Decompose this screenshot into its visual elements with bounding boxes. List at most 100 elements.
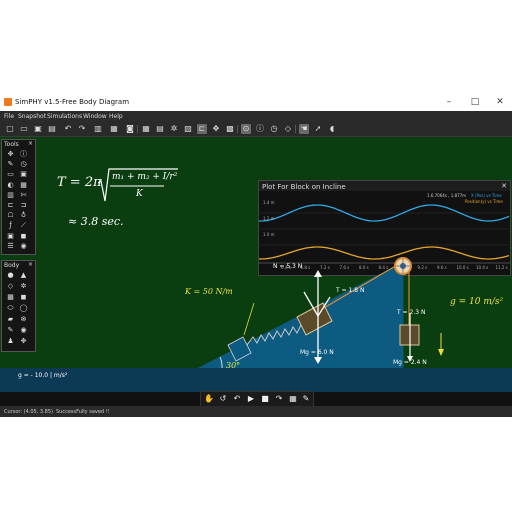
body-shape-icon[interactable]: ◇ bbox=[6, 282, 15, 291]
menu-help[interactable]: Help bbox=[109, 113, 123, 120]
tool-button-icon[interactable]: ▭ bbox=[6, 170, 15, 179]
body-shape-icon[interactable]: ⬭ bbox=[6, 304, 15, 313]
play-icon[interactable]: ▶ bbox=[246, 394, 256, 404]
status-bar: Cursor: (4.05, 3.85) SuccessFully saved … bbox=[0, 406, 512, 417]
weight-label-2: Mg = 2.4 N bbox=[393, 359, 427, 366]
open-folder-icon[interactable]: ▭ bbox=[19, 124, 29, 134]
body-shape-icon[interactable]: ✎ bbox=[6, 326, 15, 335]
hand-icon[interactable]: ☚ bbox=[299, 124, 309, 134]
cursor-readout: Cursor: (4.05, 3.85) bbox=[4, 409, 53, 415]
camera-icon[interactable]: ◙ bbox=[125, 124, 135, 134]
mouse-icon[interactable]: ◖ bbox=[327, 124, 337, 134]
maximize-icon[interactable]: □ bbox=[464, 96, 486, 109]
toolbar: ▢ ▭ ▣ ▤ ↶ ↷ ▥ ▦ ◙ ▦ ▤ ✲ ▨ ⊏ ✥ ▩ ⊙ ⓘ ◷ ◇ … bbox=[0, 122, 512, 137]
tool-button-icon[interactable]: ♁ bbox=[19, 211, 28, 220]
clock-icon[interactable]: ◷ bbox=[269, 124, 279, 134]
new-file-icon[interactable]: ▢ bbox=[5, 124, 15, 134]
chart-icon[interactable]: ▨ bbox=[183, 124, 193, 134]
body-shape-icon[interactable]: ▰ bbox=[6, 315, 15, 324]
toolbar-divider bbox=[137, 125, 138, 133]
weight-label-1: Mg = 6.0 N bbox=[300, 349, 334, 356]
menu-file[interactable]: File bbox=[4, 113, 14, 120]
body-shape-icon[interactable]: ⊗ bbox=[19, 315, 28, 324]
body-panel-title: Body bbox=[4, 262, 20, 269]
info-icon[interactable]: ⓘ bbox=[255, 124, 265, 134]
grid-icon[interactable]: ▦ bbox=[288, 394, 298, 404]
move-icon[interactable]: ✥ bbox=[211, 124, 221, 134]
tool-button-icon[interactable]: ⊏ bbox=[6, 201, 15, 210]
pen-icon[interactable]: ✎ bbox=[301, 394, 311, 404]
spring-constant-label: K = 50 N/m bbox=[185, 287, 233, 296]
tool-button-icon[interactable]: ◼ bbox=[19, 232, 28, 241]
ruler-icon[interactable]: ⊏ bbox=[197, 124, 207, 134]
body-shape-icon[interactable]: ✥ bbox=[19, 337, 28, 346]
tool-button-icon[interactable]: ☰ bbox=[6, 242, 15, 251]
tool-button-icon[interactable]: ⊐ bbox=[19, 201, 28, 210]
tag-icon[interactable]: ◇ bbox=[283, 124, 293, 134]
tension-label-2: T = 2.3 N bbox=[397, 309, 426, 316]
title-bar: SimPHY v1.5-Free Body Diagram – □ ✕ bbox=[0, 94, 512, 111]
redo-icon[interactable]: ↷ bbox=[77, 124, 87, 134]
app-logo-icon bbox=[4, 98, 12, 106]
tool-button-icon[interactable]: ☖ bbox=[6, 211, 15, 220]
tool-button-icon[interactable]: ▣ bbox=[6, 232, 15, 241]
minimize-icon[interactable]: – bbox=[438, 96, 460, 109]
select-icon[interactable]: ▩ bbox=[225, 124, 235, 134]
tool-button-icon[interactable]: ✄ bbox=[19, 191, 28, 200]
body-shape-icon[interactable]: ◉ bbox=[19, 326, 28, 335]
tool-button-icon[interactable]: ▥ bbox=[6, 191, 15, 200]
body-shape-icon[interactable]: ◼ bbox=[19, 293, 28, 302]
body-panel: Body × ● ▲ ◇ ✲ ▦ ◼ ⬭ ◯ ▰ ⊗ ✎ ◉ ♟ ✥ bbox=[1, 260, 36, 352]
gear-icon[interactable]: ✲ bbox=[169, 124, 179, 134]
grid-icon[interactable]: ▦ bbox=[141, 124, 151, 134]
body-shape-icon[interactable]: ▲ bbox=[19, 271, 28, 280]
tools-panel: Tools × ✥ ⓘ ✎ ◷ ▭ ▣ ◐ ▦ ▥ ✄ ⊏ ⊐ ☖ ♁ ƒ ⟋ ▣ ◼ ☰ ◉ bbox=[1, 139, 36, 255]
status-message: SuccessFully saved !! bbox=[56, 409, 110, 415]
tools-panel-close-icon[interactable]: × bbox=[28, 140, 33, 147]
menu-snapshot[interactable]: Snapshot bbox=[18, 113, 46, 120]
tool-button-icon[interactable]: ⟋ bbox=[19, 221, 28, 230]
step-forward-icon[interactable]: ↷ bbox=[274, 394, 284, 404]
physics-diagram bbox=[198, 257, 444, 368]
delete-icon[interactable]: ▥ bbox=[93, 124, 103, 134]
simulation-canvas[interactable]: T = 2π m₁ + m₂ + I/r² K ≈ 3.8 sec. Plot … bbox=[0, 137, 512, 370]
window-title: SimPHY v1.5-Free Body Diagram bbox=[15, 98, 130, 106]
toolbar-divider bbox=[295, 125, 296, 133]
normal-force-label: N = 5.3 N bbox=[273, 263, 303, 270]
playback-bar: ✋ ↺ ↶ ▶ ■ ↷ ▦ ✎ bbox=[200, 391, 314, 407]
tool-button-icon[interactable]: ◐ bbox=[6, 181, 15, 190]
record-icon[interactable]: ⊙ bbox=[241, 124, 251, 134]
body-shape-icon[interactable]: ◯ bbox=[19, 304, 28, 313]
app-window: SimPHY v1.5-Free Body Diagram – □ ✕ File… bbox=[0, 94, 512, 417]
pointer-icon[interactable]: ➚ bbox=[313, 124, 323, 134]
undo-icon[interactable]: ↶ bbox=[63, 124, 73, 134]
tool-button-icon[interactable]: ƒ bbox=[6, 221, 15, 230]
tension-label-1: T = 1.8 N bbox=[336, 287, 365, 294]
tools-panel-title: Tools bbox=[4, 141, 19, 148]
close-icon[interactable]: ✕ bbox=[489, 96, 511, 109]
tool-button-icon[interactable]: ⓘ bbox=[19, 150, 28, 159]
stop-icon[interactable]: ■ bbox=[260, 394, 270, 404]
menu-bar: File Snapshot Simulations Window Help bbox=[0, 111, 512, 122]
body-shape-icon[interactable]: ✲ bbox=[19, 282, 28, 291]
menu-simulations[interactable]: Simulations bbox=[47, 113, 82, 120]
step-back-icon[interactable]: ↶ bbox=[232, 394, 242, 404]
tool-button-icon[interactable]: ✥ bbox=[6, 150, 15, 159]
toolbar-divider bbox=[237, 125, 238, 133]
save-as-icon[interactable]: ▤ bbox=[47, 124, 57, 134]
body-shape-icon[interactable]: ● bbox=[6, 271, 15, 280]
layers-icon[interactable]: ▤ bbox=[155, 124, 165, 134]
tool-button-icon[interactable]: ▦ bbox=[19, 181, 28, 190]
tool-button-icon[interactable]: ▣ bbox=[19, 170, 28, 179]
save-icon[interactable]: ▣ bbox=[33, 124, 43, 134]
menu-window[interactable]: Window bbox=[83, 113, 107, 120]
reset-icon[interactable]: ↺ bbox=[218, 394, 228, 404]
tool-button-icon[interactable]: ◷ bbox=[19, 160, 28, 169]
body-shape-icon[interactable]: ♟ bbox=[6, 337, 15, 346]
body-panel-close-icon[interactable]: × bbox=[28, 261, 33, 268]
snapshot-icon[interactable]: ▦ bbox=[109, 124, 119, 134]
hand-icon[interactable]: ✋ bbox=[204, 394, 214, 404]
tool-button-icon[interactable]: ✎ bbox=[6, 160, 15, 169]
body-shape-icon[interactable]: ▦ bbox=[6, 293, 15, 302]
tool-button-icon[interactable]: ◉ bbox=[19, 242, 28, 251]
